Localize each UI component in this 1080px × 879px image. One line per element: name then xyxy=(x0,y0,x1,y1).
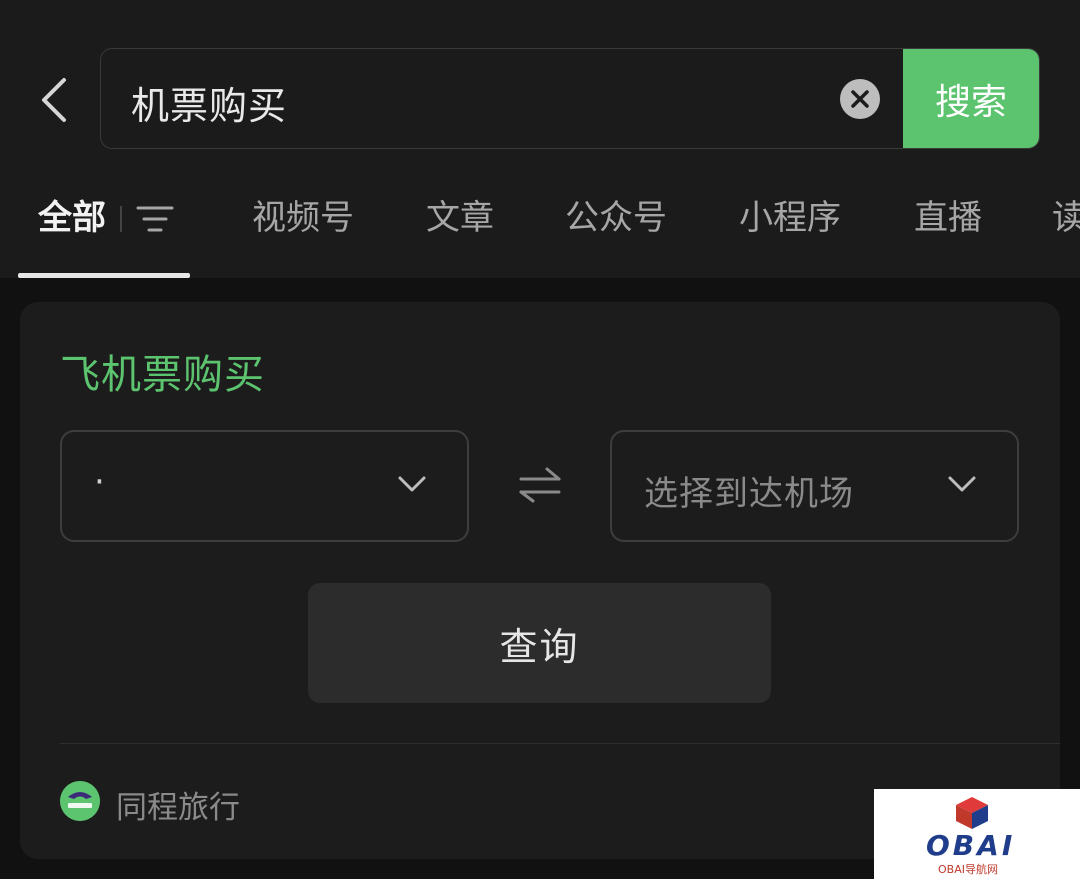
clear-button[interactable] xyxy=(840,79,880,119)
chevron-down-icon xyxy=(398,476,426,492)
query-button[interactable]: 查询 xyxy=(308,583,771,703)
header: 机票购买 搜索 全部 视频号 文章 公众号 小程序 直播 读 xyxy=(0,0,1080,278)
clear-icon xyxy=(851,90,869,108)
search-input[interactable]: 机票购买 xyxy=(131,75,287,130)
swap-icon[interactable] xyxy=(517,467,563,503)
provider-name[interactable]: 同程旅行 xyxy=(116,782,240,827)
watermark-subtext: OBAI导航网 xyxy=(938,863,998,876)
divider xyxy=(60,743,1060,744)
watermark: OBAI OBAI导航网 xyxy=(874,789,1080,879)
provider-logo[interactable] xyxy=(60,781,100,821)
tongcheng-logo-icon xyxy=(60,781,100,821)
search-button[interactable]: 搜索 xyxy=(903,49,1039,148)
arrival-placeholder: 选择到达机场 xyxy=(644,474,854,514)
active-tab-indicator xyxy=(18,273,190,278)
watermark-logo-icon xyxy=(956,797,988,829)
tab-all[interactable]: 全部 xyxy=(38,190,106,239)
tab-read[interactable]: 读 xyxy=(1052,190,1080,239)
tab-live[interactable]: 直播 xyxy=(914,190,982,239)
arrival-select[interactable]: 选择到达机场 xyxy=(610,430,1019,542)
tab-separator xyxy=(120,206,122,232)
flight-card: 飞机票购买 · 选择到达机场 查询 同程旅行 xyxy=(20,302,1060,859)
back-arrow-icon xyxy=(42,78,66,122)
tab-channels[interactable]: 视频号 xyxy=(252,190,354,239)
chevron-down-icon xyxy=(948,476,976,492)
tab-mini-programs[interactable]: 小程序 xyxy=(739,190,841,239)
page: 机票购买 搜索 全部 视频号 文章 公众号 小程序 直播 读 飞机票购买 · 选… xyxy=(0,0,1080,879)
filter-button[interactable] xyxy=(136,204,174,234)
tab-articles[interactable]: 文章 xyxy=(426,190,494,239)
departure-select[interactable]: · xyxy=(60,430,469,542)
search-box[interactable]: 机票购买 搜索 xyxy=(100,48,1040,149)
tab-accounts[interactable]: 公众号 xyxy=(565,190,667,239)
departure-value: · xyxy=(94,462,105,502)
card-title[interactable]: 飞机票购买 xyxy=(60,342,265,400)
watermark-text: OBAI xyxy=(926,829,1016,862)
back-button[interactable] xyxy=(32,72,80,128)
filter-icon xyxy=(136,206,174,232)
